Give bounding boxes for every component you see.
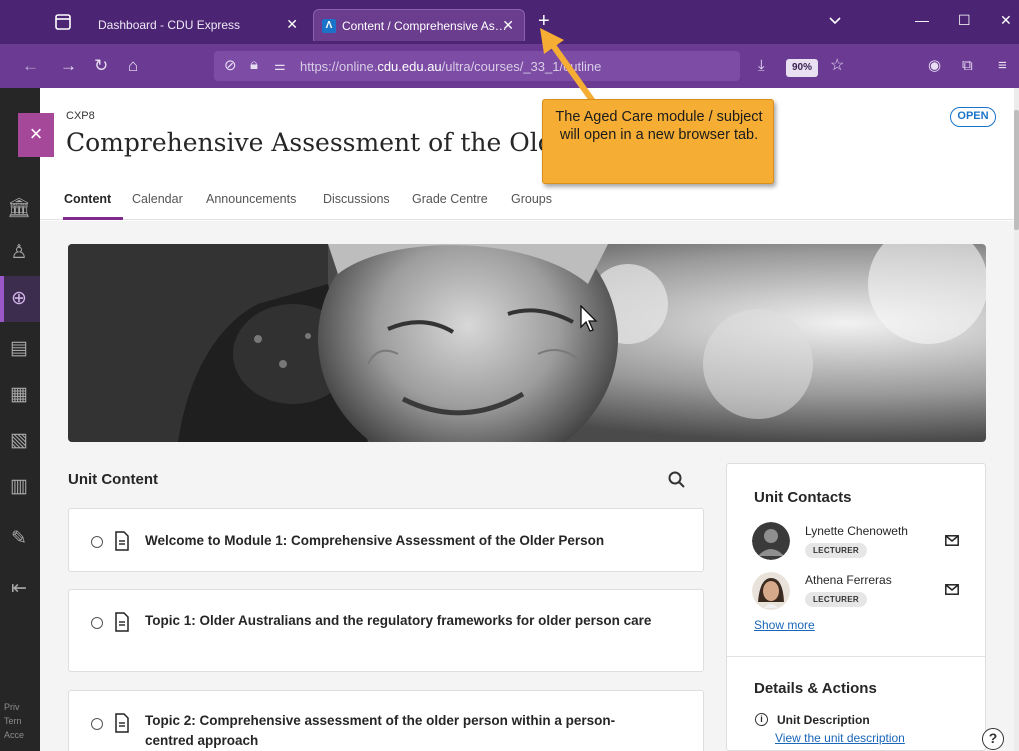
callout-arrow-icon [540,28,595,103]
tab-calendar[interactable]: Calendar [132,192,183,206]
progress-status-icon[interactable] [91,718,103,730]
tab-overview-icon[interactable] [52,12,74,32]
address-bar[interactable]: ⊘ 🔒︎ ⚌ https://online.cdu.edu.au/ultra/c… [214,51,740,81]
course-status-badge[interactable]: OPEN [950,107,996,127]
hamburger-menu-icon[interactable]: ≡ [998,56,1007,76]
contact-name[interactable]: Lynette Chenoweth [805,524,908,538]
progress-status-icon[interactable] [91,536,103,548]
chevron-down-icon[interactable] [828,14,842,28]
download-icon[interactable]: ⤓ [758,56,765,76]
list-item[interactable]: Topic 2: Comprehensive assessment of the… [68,690,704,751]
tab-title: Content / Comprehensive Assessment of th… [342,18,512,33]
home-icon[interactable]: ⌂ [128,56,138,76]
avatar[interactable] [752,572,790,610]
document-icon [115,531,129,551]
account-icon[interactable]: ◉ [928,56,941,76]
profile-icon[interactable]: ♙ [6,240,32,266]
blackboard-favicon-icon: Λ [322,18,336,33]
institution-icon[interactable]: 🏛︎ [6,196,32,222]
annotation-callout: The Aged Care module / subject will open… [542,99,774,184]
tab-groups[interactable]: Groups [511,192,552,206]
tab-content[interactable]: Content [64,192,111,206]
contact-name[interactable]: Athena Ferreras [805,573,892,587]
url-prefix: https://online. [300,59,378,74]
callout-text: The Aged Care module / subject will open… [555,109,763,143]
messages-icon[interactable]: ▧ [6,428,32,454]
tab-title: Dashboard - CDU Express [98,18,241,32]
accessibility-link[interactable]: Acce [4,728,24,742]
forward-arrow-icon[interactable]: → [60,56,77,76]
content-item-title[interactable]: Welcome to Module 1: Comprehensive Asses… [145,531,685,551]
unit-content-heading: Unit Content [68,471,158,488]
courses-globe-icon[interactable]: ⊕ [6,286,32,312]
browser-tab-bar: Dashboard - CDU Express ✕ Λ Content / Co… [0,0,1019,44]
course-id: CXP8 [66,110,95,122]
role-badge: LECTURER [805,543,867,558]
unit-contacts-heading: Unit Contacts [754,489,852,506]
view-unit-description-link[interactable]: View the unit description [775,731,905,745]
list-item[interactable]: Welcome to Module 1: Comprehensive Asses… [68,508,704,572]
course-banner-image [68,244,986,442]
mail-icon[interactable] [945,584,959,595]
maximize-icon[interactable]: ☐ [958,12,971,29]
info-icon: i [755,713,768,726]
browser-toolbar: ← → ↻ ⌂ ⊘ 🔒︎ ⚌ https://online.cdu.edu.au… [0,44,1019,88]
permissions-icon[interactable]: ⚌ [274,56,286,76]
mail-icon[interactable] [945,535,959,546]
tab-announcements[interactable]: Announcements [206,192,296,206]
left-navigation [0,88,40,751]
url-host: cdu.edu.au [377,59,442,74]
window-close-icon[interactable]: ✕ [1000,12,1012,29]
unit-description-label: Unit Description [777,713,870,727]
tab-dashboard[interactable]: Dashboard - CDU Express ✕ [86,9,308,41]
calendar-icon[interactable]: ▦ [6,382,32,408]
terms-link[interactable]: Tern [4,714,24,728]
unit-details-panel: Unit Contacts Lynette Chenoweth LECTURER… [726,463,986,751]
scrollbar-thumb[interactable] [1014,110,1019,230]
document-icon [115,713,129,733]
zoom-level-badge[interactable]: 90% [786,59,818,77]
url-path: /ultra/courses/_ [441,59,531,74]
document-icon [115,612,129,632]
organizations-icon[interactable]: ▤ [6,336,32,362]
bookmark-star-icon[interactable]: ☆ [830,56,844,76]
close-course-button[interactable]: × [18,113,54,157]
tracking-shield-icon[interactable]: ⊘ [224,56,237,76]
details-actions-heading: Details & Actions [754,680,877,697]
back-arrow-icon[interactable]: ← [22,56,39,76]
content-item-title[interactable]: Topic 2: Comprehensive assessment of the… [145,711,655,751]
minimize-icon[interactable]: — [915,12,929,28]
active-tab-underline [63,217,123,220]
avatar[interactable] [752,522,790,560]
nav-footer-links: Priv Tern Acce [4,700,24,742]
extensions-icon[interactable]: ⧉ [962,56,973,76]
privacy-link[interactable]: Priv [4,700,24,714]
help-icon[interactable]: ? [982,728,1004,750]
close-icon[interactable]: ✕ [286,16,298,33]
sign-out-icon[interactable]: ⇤ [6,576,32,602]
tab-discussions[interactable]: Discussions [323,192,390,206]
reload-icon[interactable]: ↻ [94,56,108,76]
close-icon[interactable]: ✕ [502,17,514,34]
mouse-cursor-icon [580,305,598,332]
tab-grade-centre[interactable]: Grade Centre [412,192,488,206]
list-item[interactable]: Topic 1: Older Australians and the regul… [68,589,704,672]
grades-icon[interactable]: ▥ [6,474,32,500]
tab-content[interactable]: Λ Content / Comprehensive Assessment of … [313,9,525,41]
lock-icon[interactable]: 🔒︎ [250,55,258,75]
show-more-link[interactable]: Show more [754,618,815,632]
tools-edit-icon[interactable]: ✎ [6,526,32,552]
role-badge: LECTURER [805,592,867,607]
progress-status-icon[interactable] [91,617,103,629]
content-item-title[interactable]: Topic 1: Older Australians and the regul… [145,611,655,631]
divider [727,656,985,657]
search-icon[interactable] [667,470,687,490]
